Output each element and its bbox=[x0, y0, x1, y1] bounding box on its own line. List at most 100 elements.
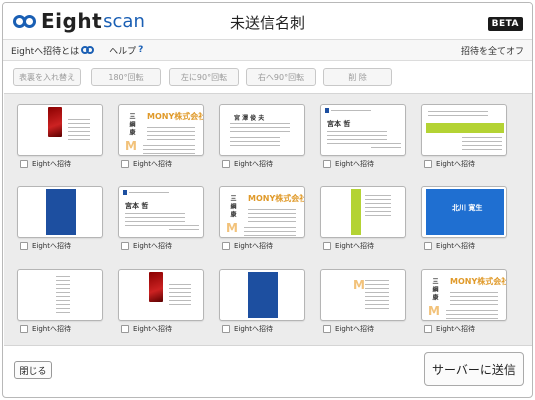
invite-checkbox[interactable] bbox=[222, 160, 230, 168]
invite-option[interactable]: Eightへ招待 bbox=[323, 159, 374, 169]
delete-button[interactable]: 削 除 bbox=[323, 68, 392, 86]
footer: 閉じる サーバーに送信 bbox=[3, 347, 532, 397]
invite-label: Eightへ招待 bbox=[133, 325, 172, 333]
card-thumbnail[interactable] bbox=[17, 104, 103, 156]
invite-checkbox[interactable] bbox=[222, 325, 230, 333]
card-item: Eightへ招待 bbox=[17, 104, 103, 172]
swap-sides-button[interactable]: 表裏を入れ替え bbox=[13, 68, 81, 86]
close-button[interactable]: 閉じる bbox=[14, 361, 52, 379]
invite-checkbox[interactable] bbox=[121, 160, 129, 168]
toolbar: 表裏を入れ替え 180°回転 左に90°回転 右へ90°回転 削 除 bbox=[3, 62, 532, 92]
invite-checkbox[interactable] bbox=[323, 160, 331, 168]
card-item: Eightへ招待 bbox=[17, 186, 103, 254]
card-thumbnail[interactable]: 宮本 哲 bbox=[320, 104, 406, 156]
card-item: 宮 澤 俊 夫 Eightへ招待 bbox=[219, 104, 305, 172]
invite-info-label: Eightへ招待とは bbox=[11, 46, 80, 57]
card-image bbox=[18, 105, 102, 155]
card-item: MONY株式会社三 綱 康 M Eightへ招待 bbox=[118, 104, 204, 172]
beta-badge: BETA bbox=[487, 17, 523, 31]
invite-option[interactable]: Eightへ招待 bbox=[222, 241, 273, 251]
invite-option[interactable]: Eightへ招待 bbox=[20, 241, 71, 251]
send-to-server-button[interactable]: サーバーに送信 bbox=[424, 352, 524, 386]
invite-checkbox[interactable] bbox=[121, 325, 129, 333]
invite-label: Eightへ招待 bbox=[436, 325, 475, 333]
card-item: Eightへ招待 bbox=[320, 186, 406, 254]
card-image: 宮本 哲 bbox=[321, 105, 405, 155]
help-icon: ? bbox=[138, 45, 144, 55]
card-thumbnail[interactable]: MONY株式会社三 綱 康M bbox=[421, 269, 507, 321]
card-thumbnail[interactable] bbox=[421, 104, 507, 156]
invite-option[interactable]: Eightへ招待 bbox=[121, 324, 172, 334]
invite-checkbox[interactable] bbox=[323, 242, 331, 250]
invite-checkbox[interactable] bbox=[20, 325, 28, 333]
card-image bbox=[18, 270, 102, 320]
help-label: ヘルプ bbox=[109, 46, 137, 57]
card-thumbnail[interactable]: 宮 澤 俊 夫 bbox=[219, 104, 305, 156]
invite-option[interactable]: Eightへ招待 bbox=[323, 324, 374, 334]
card-name-text: 宮本 哲 bbox=[125, 202, 149, 210]
rotate-180-button[interactable]: 180°回転 bbox=[91, 68, 161, 86]
card-thumbnail[interactable]: 北川 寛生 bbox=[421, 186, 507, 238]
card-thumbnail[interactable] bbox=[17, 186, 103, 238]
card-thumbnail[interactable]: MONY株式会社三 綱 康M bbox=[118, 104, 204, 156]
help-link[interactable]: ヘルプ ? bbox=[109, 44, 143, 57]
invite-option[interactable]: Eightへ招待 bbox=[20, 159, 71, 169]
card-name-text: 北川 寛生 bbox=[452, 204, 483, 212]
card-name-text: 宮 澤 俊 夫 bbox=[234, 115, 265, 122]
invite-all-off-link[interactable]: 招待を全てオフ bbox=[461, 44, 524, 57]
card-thumbnail[interactable]: MONY株式会社三 綱 康M bbox=[219, 186, 305, 238]
invite-label: Eightへ招待 bbox=[436, 160, 475, 168]
invite-option[interactable]: Eightへ招待 bbox=[424, 324, 475, 334]
card-thumbnail[interactable] bbox=[17, 269, 103, 321]
invite-checkbox[interactable] bbox=[121, 242, 129, 250]
card-thumbnail[interactable]: M bbox=[320, 269, 406, 321]
invite-checkbox[interactable] bbox=[222, 242, 230, 250]
invite-checkbox[interactable] bbox=[424, 325, 432, 333]
card-item: MONY株式会社三 綱 康 M Eightへ招待 bbox=[421, 269, 507, 337]
invite-option[interactable]: Eightへ招待 bbox=[424, 159, 475, 169]
invite-checkbox[interactable] bbox=[424, 242, 432, 250]
card-name-text: 宮本 哲 bbox=[327, 120, 351, 128]
invite-label: Eightへ招待 bbox=[335, 325, 374, 333]
nav-bar: Eightへ招待とは ヘルプ ? 招待を全てオフ bbox=[3, 39, 532, 61]
card-item: Eightへ招待 bbox=[219, 269, 305, 337]
title-bar: Eight scan 未送信名刺 BETA bbox=[3, 3, 532, 39]
app-window: Eight scan 未送信名刺 BETA Eightへ招待とは ヘルプ ? 招… bbox=[2, 2, 533, 398]
card-item: 宮本 哲 Eightへ招待 bbox=[118, 186, 204, 254]
card-thumbnail[interactable] bbox=[118, 269, 204, 321]
invite-option[interactable]: Eightへ招待 bbox=[20, 324, 71, 334]
invite-label: Eightへ招待 bbox=[32, 160, 71, 168]
invite-label: Eightへ招待 bbox=[234, 325, 273, 333]
invite-label: Eightへ招待 bbox=[133, 242, 172, 250]
card-thumbnail[interactable] bbox=[219, 269, 305, 321]
rotate-right-button[interactable]: 右へ90°回転 bbox=[246, 68, 316, 86]
card-thumbnail[interactable] bbox=[320, 186, 406, 238]
invite-option[interactable]: Eightへ招待 bbox=[222, 324, 273, 334]
window-title: 未送信名刺 bbox=[229, 14, 305, 32]
invite-checkbox[interactable] bbox=[20, 242, 28, 250]
eight-mini-logo-icon bbox=[81, 46, 95, 54]
invite-option[interactable]: Eightへ招待 bbox=[424, 241, 475, 251]
rotate-left-button[interactable]: 左に90°回転 bbox=[169, 68, 239, 86]
invite-option[interactable]: Eightへ招待 bbox=[222, 159, 273, 169]
card-thumbnail[interactable]: 宮本 哲 bbox=[118, 186, 204, 238]
invite-checkbox[interactable] bbox=[20, 160, 28, 168]
invite-label: Eightへ招待 bbox=[335, 160, 374, 168]
card-item: Eightへ招待 bbox=[17, 269, 103, 337]
card-grid: Eightへ招待 MONY株式会社三 綱 康 M Eightへ招待宮 澤 俊 夫 Eig… bbox=[4, 93, 532, 346]
invite-option[interactable]: Eightへ招待 bbox=[323, 241, 374, 251]
card-brand-text: MONY株式会社 bbox=[248, 194, 305, 203]
invite-info-link[interactable]: Eightへ招待とは bbox=[11, 44, 95, 57]
invite-label: Eightへ招待 bbox=[32, 325, 71, 333]
card-item: MONY株式会社三 綱 康 M Eightへ招待 bbox=[219, 186, 305, 254]
card-image bbox=[422, 105, 506, 155]
invite-checkbox[interactable] bbox=[323, 325, 331, 333]
invite-option[interactable]: Eightへ招待 bbox=[121, 241, 172, 251]
card-brand-text: MONY株式会社 bbox=[147, 112, 204, 121]
card-image bbox=[321, 187, 405, 237]
card-item: M Eightへ招待 bbox=[320, 269, 406, 337]
invite-label: Eightへ招待 bbox=[32, 242, 71, 250]
invite-option[interactable]: Eightへ招待 bbox=[121, 159, 172, 169]
invite-label: Eightへ招待 bbox=[234, 160, 273, 168]
invite-checkbox[interactable] bbox=[424, 160, 432, 168]
